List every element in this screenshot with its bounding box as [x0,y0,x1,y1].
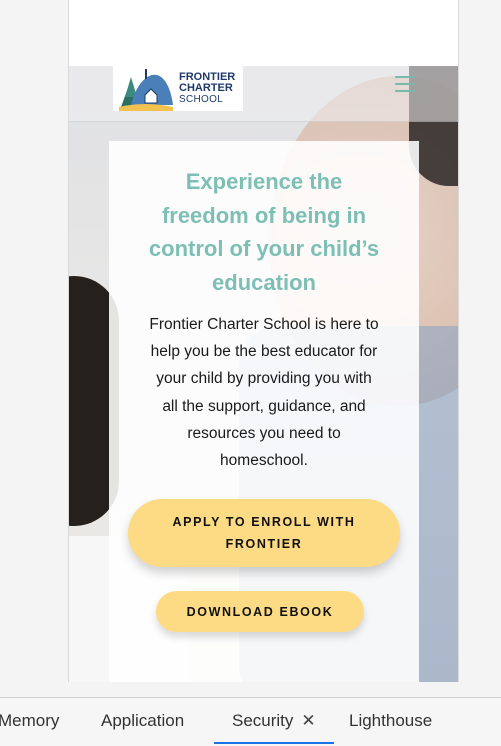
description-line: resources you need to [187,424,341,442]
description-line: Frontier Charter School is here to [149,316,379,333]
site-logo[interactable]: FRONTIER CHARTER SCHOOL [113,66,243,111]
devtools-tab-bar: Memory Application Security ✕ Lighthouse [0,697,501,746]
hero-headline: Experience the freedom of being in contr… [109,165,419,299]
download-ebook-button[interactable]: DOWNLOAD EBOOK [156,591,364,632]
description-line: all the support, guidance, and [162,397,366,415]
mobile-viewport: FRONTIER CHARTER SCHOOL Experience the f… [68,0,459,682]
hamburger-line [395,76,415,78]
hamburger-line [395,90,415,92]
button-label-line: FRONTIER [225,537,303,551]
headline-line: freedom of being in [161,202,367,228]
description-line: your child by providing you with [156,370,372,388]
logo-line-2: CHARTER [179,82,233,94]
tab-label: Memory [0,711,60,730]
hamburger-menu-icon[interactable] [395,74,415,94]
logo-line-3: SCHOOL [179,94,224,105]
site-header: FRONTIER CHARTER SCHOOL [69,66,458,122]
button-label-line: APPLY TO ENROLL WITH [172,515,356,529]
hamburger-line [395,83,415,85]
tab-label: Security [232,711,294,730]
description-line: help you be the best educator for [150,343,378,361]
headline-line: education [212,269,316,295]
tab-security[interactable]: Security ✕ [214,698,334,744]
top-blank-area [69,0,458,66]
tab-memory[interactable]: Memory [0,698,59,744]
tab-label: Application [101,711,185,730]
apply-to-enroll-button[interactable]: APPLY TO ENROLL WITH FRONTIER [128,499,400,567]
tab-application[interactable]: Application [101,698,184,744]
headline-line: Experience the [185,169,343,194]
trees-school-logo-icon [119,68,173,111]
tab-label: Lighthouse [349,711,433,730]
logo-text: FRONTIER CHARTER SCHOOL [179,72,235,106]
close-icon[interactable]: ✕ [301,711,315,730]
hero-description: Frontier Charter School is here to help … [109,311,419,474]
hero-section: FRONTIER CHARTER SCHOOL Experience the f… [69,66,458,682]
description-line: homeschool. [220,452,308,470]
hero-card: Experience the freedom of being in contr… [109,141,419,682]
headline-line: control of your child’s [148,236,380,261]
tab-lighthouse[interactable]: Lighthouse [349,698,432,744]
